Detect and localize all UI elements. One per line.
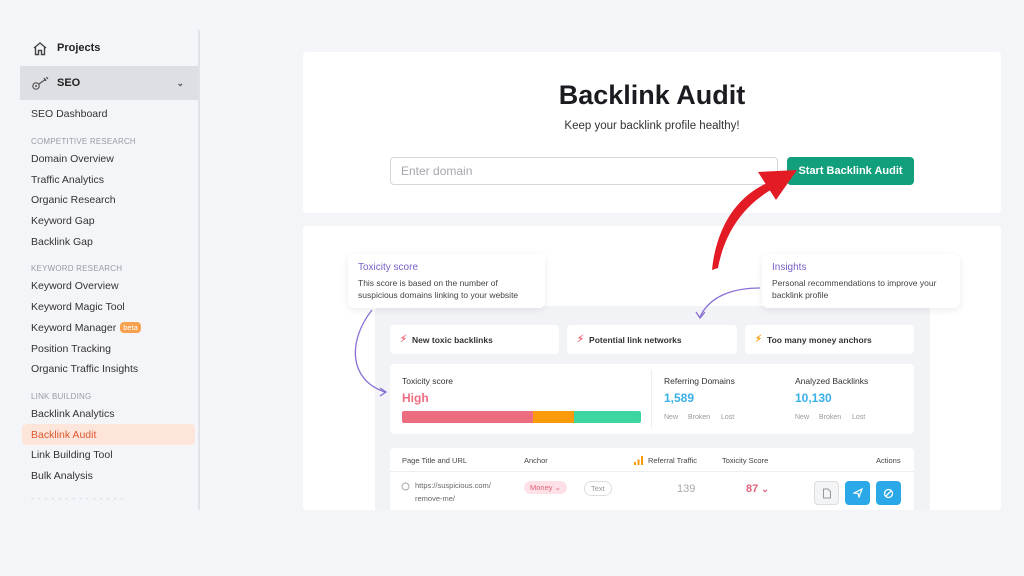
section-keyword-research: KEYWORD RESEARCH — [31, 264, 123, 274]
export-button[interactable] — [814, 481, 839, 505]
page-title: Backlink Audit — [558, 80, 746, 110]
chip-label: Too many money anchors — [767, 334, 872, 345]
chip-too-many-money-anchors: ⚡︎ Too many money anchors — [745, 325, 914, 354]
col-anchor: Anchor — [524, 456, 548, 465]
section-cutoff: - - - - - - - - - - - - - - — [31, 494, 125, 504]
section-competitive-research: COMPETITIVE RESEARCH — [31, 136, 136, 146]
sidebar-item-backlink-audit[interactable]: Backlink Audit — [22, 424, 195, 445]
sidebar-item-organic-traffic-insights[interactable]: Organic Traffic Insights — [0, 359, 198, 380]
document-icon — [822, 488, 831, 498]
feature-preview: Toxicity score This score is based on th… — [303, 226, 1001, 510]
referring-lost: Lost — [721, 414, 735, 421]
tooltip-toxicity-title: Toxicity score — [358, 262, 419, 273]
toxicity-bar — [402, 411, 641, 423]
referring-new: New — [664, 414, 679, 421]
domain-input[interactable] — [390, 157, 778, 185]
toxicity-bar-high — [402, 411, 534, 423]
sidebar-item-seo-dashboard[interactable]: SEO Dashboard — [0, 104, 198, 125]
toxicity-score-value: High — [402, 391, 429, 405]
sidebar-item-backlink-analytics[interactable]: Backlink Analytics — [0, 404, 198, 425]
toxicity-bar-low — [574, 411, 641, 423]
sidebar-item-keyword-gap[interactable]: Keyword Gap — [0, 211, 198, 232]
sidebar-item-bulk-analysis[interactable]: Bulk Analysis — [0, 466, 198, 487]
home-icon — [31, 39, 49, 57]
bolt-icon: ⚡︎ — [400, 334, 408, 345]
section-link-building: LINK BUILDING — [31, 391, 92, 401]
tooltip-toxicity-score: Toxicity score This score is based on th… — [348, 254, 545, 308]
send-button[interactable] — [845, 481, 870, 505]
anchor-money-tag[interactable]: Money ⌄ — [524, 481, 567, 494]
sidebar: Projects SEO ⌄ SEO Dashboard COMPETITIVE… — [0, 30, 200, 510]
projects-label: Projects — [57, 42, 101, 54]
tooltip-insights-desc: Personal recommendations to improve your… — [772, 278, 937, 300]
referring-domains-label: Referring Domains — [664, 376, 735, 386]
chevron-down-icon[interactable]: ⌄ — [176, 78, 184, 89]
analyzed-backlinks-label: Analyzed Backlinks — [795, 376, 869, 386]
col-page-title-url: Page Title and URL — [402, 456, 468, 465]
sidebar-item-projects[interactable]: Projects — [0, 30, 198, 66]
referring-domains-value: 1,589 — [664, 391, 695, 405]
chip-new-toxic-backlinks: ⚡︎ New toxic backlinks — [390, 325, 559, 354]
page-subtitle: Keep your backlink profile healthy! — [564, 120, 740, 132]
row-toxicity-score: 87 ⌄ — [746, 483, 769, 495]
tooltip-insights: Insights Personal recommendations to imp… — [762, 254, 960, 308]
row-referral-traffic: 139 — [677, 483, 696, 495]
col-toxicity-score: Toxicity Score — [722, 456, 769, 465]
backlinks-table: Page Title and URL Anchor Referral Traff… — [390, 448, 914, 510]
sidebar-item-backlink-gap[interactable]: Backlink Gap — [0, 231, 198, 252]
chip-potential-link-networks: ⚡︎ Potential link networks — [567, 325, 737, 354]
toxicity-score-label: Toxicity score — [402, 376, 454, 386]
tooltip-toxicity-desc: This score is based on the number of sus… — [358, 278, 519, 300]
link-icon — [401, 482, 410, 491]
seo-label: SEO — [57, 77, 81, 89]
stats-panel: Toxicity score High Referring Domains 1,… — [390, 364, 914, 434]
sidebar-item-organic-research[interactable]: Organic Research — [0, 190, 198, 211]
sidebar-item-keyword-overview[interactable]: Keyword Overview — [0, 276, 198, 297]
keyword-manager-label: Keyword Manager — [31, 321, 117, 334]
row-url-line2[interactable]: remove-me/ — [415, 494, 455, 503]
col-actions: Actions — [876, 456, 901, 465]
referring-broken: Broken — [688, 414, 711, 421]
anchor-text-tag: Text — [584, 481, 612, 496]
backlink-audit-hero: Backlink Audit Keep your backlink profil… — [303, 52, 1001, 213]
analyzed-lost: Lost — [852, 414, 866, 421]
toxicity-bar-medium — [533, 411, 575, 423]
tooltip-insights-title: Insights — [772, 262, 807, 273]
chip-label: New toxic backlinks — [412, 334, 493, 345]
anchor-money-label: Money — [530, 483, 553, 492]
stats-divider — [651, 370, 652, 428]
analyzed-broken: Broken — [819, 414, 842, 421]
col-referral-traffic-label: Referral Traffic — [648, 456, 698, 465]
start-backlink-audit-button[interactable]: Start Backlink Audit — [787, 157, 914, 185]
chip-label: Potential link networks — [589, 334, 682, 345]
sidebar-item-traffic-analytics[interactable]: Traffic Analytics — [0, 169, 198, 190]
table-header: Page Title and URL Anchor Referral Traff… — [390, 448, 914, 472]
sidebar-item-domain-overview[interactable]: Domain Overview — [0, 149, 198, 170]
analyzed-new: New — [795, 414, 810, 421]
bolt-icon: ⚡︎ — [577, 334, 585, 345]
block-button[interactable] — [876, 481, 901, 505]
sidebar-item-keyword-magic-tool[interactable]: Keyword Magic Tool — [0, 297, 198, 318]
chevron-down-icon: ⌄ — [761, 484, 769, 494]
row-url-line1[interactable]: https://suspicious.com/ — [415, 481, 491, 490]
sidebar-item-position-tracking[interactable]: Position Tracking — [0, 338, 198, 359]
seo-key-icon — [31, 74, 51, 92]
sidebar-item-seo[interactable]: SEO ⌄ — [20, 66, 198, 100]
chevron-down-icon: ⌄ — [554, 483, 561, 492]
sidebar-item-link-building-tool[interactable]: Link Building Tool — [0, 445, 198, 466]
sidebar-item-keyword-manager[interactable]: Keyword Manager beta — [0, 318, 198, 339]
send-icon — [852, 488, 863, 498]
beta-badge: beta — [120, 322, 141, 334]
block-icon — [883, 488, 894, 498]
toxicity-score-number: 87 — [746, 483, 759, 495]
col-referral-traffic: Referral Traffic — [634, 456, 697, 465]
bolt-icon: ⚡︎ — [755, 334, 763, 345]
analyzed-backlinks-value: 10,130 — [795, 391, 832, 405]
bar-chart-icon — [634, 456, 643, 465]
